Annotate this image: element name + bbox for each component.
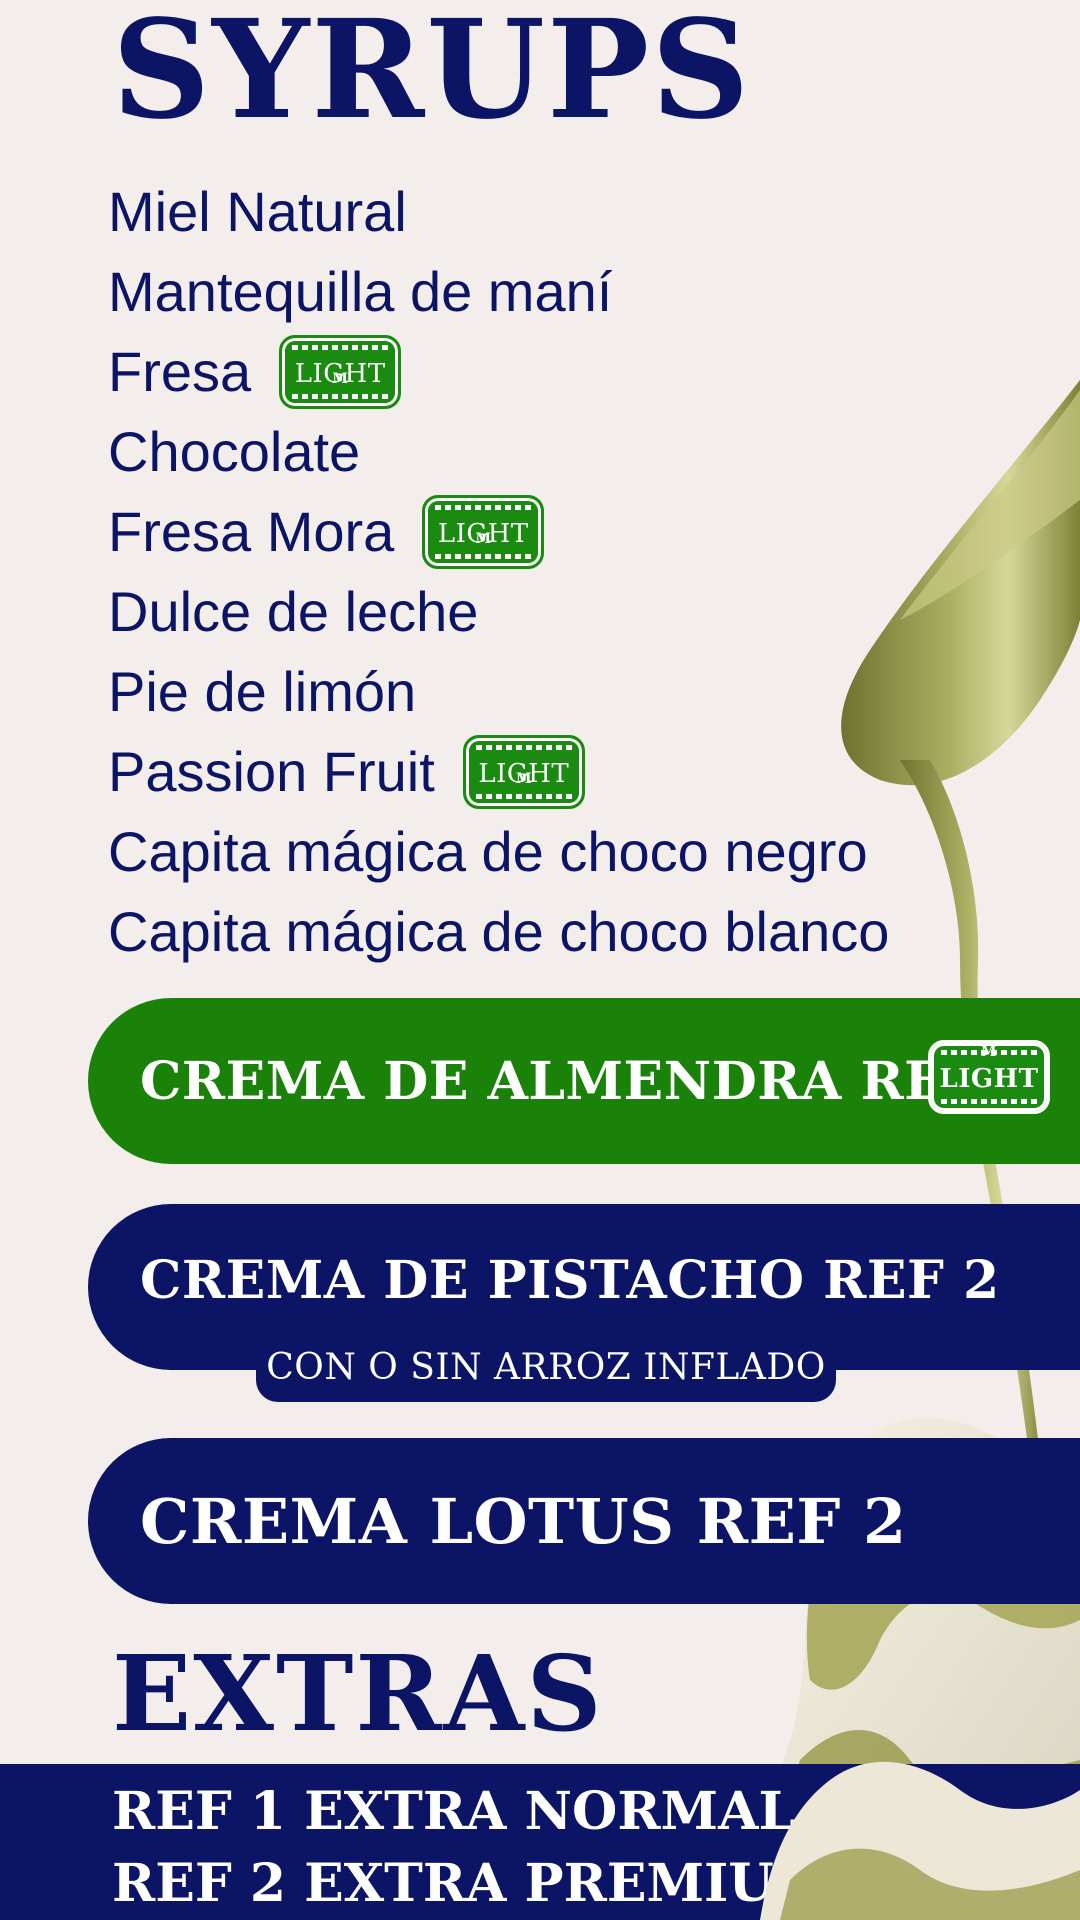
flavor-label: Mantequilla de maní bbox=[108, 260, 613, 323]
flavor-label: Fresa Mora bbox=[108, 500, 395, 563]
flavor-label: Passion Fruit bbox=[108, 740, 435, 803]
flavor-item: Capita mágica de choco blanco bbox=[108, 892, 889, 972]
banner-label: CREMA DE PISTACHO REF 2 bbox=[140, 1250, 1000, 1311]
light-badge: M LIGHT bbox=[928, 1040, 1050, 1114]
flavor-label: Capita mágica de choco blanco bbox=[108, 900, 890, 963]
banner-label: CREMA DE ALMENDRA REF 2 bbox=[140, 1050, 1038, 1112]
badge-m-mark: M bbox=[332, 371, 348, 387]
flavor-item: Capita mágica de choco negro bbox=[108, 812, 889, 892]
flavor-item: Miel Natural bbox=[108, 172, 889, 252]
flavor-item: Passion Fruit M LIGHT bbox=[108, 732, 889, 812]
flavor-label: Capita mágica de choco negro bbox=[108, 820, 868, 883]
extras-title: EXTRAS bbox=[112, 1632, 604, 1755]
light-badge: M LIGHT bbox=[462, 735, 585, 809]
flavor-label: Fresa bbox=[108, 340, 252, 403]
syrup-flavor-list: Miel Natural Mantequilla de maní Fresa M… bbox=[108, 172, 889, 972]
flavor-label: Chocolate bbox=[108, 420, 361, 483]
badge-m-mark: M bbox=[516, 771, 532, 787]
badge-text: LIGHT bbox=[939, 1064, 1039, 1094]
extras-line-ref1: REF 1 EXTRA NORMAL bbox=[112, 1781, 796, 1842]
flavor-label: Dulce de leche bbox=[108, 580, 479, 643]
flavor-item: Chocolate bbox=[108, 412, 889, 492]
syrups-title: SYRUPS bbox=[112, 0, 752, 150]
crema-almendra-banner: CREMA DE ALMENDRA REF 2 M LIGHT bbox=[88, 998, 1080, 1164]
flavor-item: Dulce de leche bbox=[108, 572, 889, 652]
extras-line-ref2: REF 2 EXTRA PREMIUM bbox=[112, 1853, 832, 1914]
flavor-item: Fresa Mora M LIGHT bbox=[108, 492, 889, 572]
flavor-label: Miel Natural bbox=[108, 180, 407, 243]
flavor-item: Mantequilla de maní bbox=[108, 252, 889, 332]
pistacho-subtitle: CON O SIN ARROZ INFLADO bbox=[256, 1332, 836, 1402]
light-badge: M LIGHT bbox=[279, 335, 402, 409]
badge-m-mark: M bbox=[981, 1044, 997, 1060]
flavor-item: Pie de limón bbox=[108, 652, 889, 732]
flavor-label: Pie de limón bbox=[108, 660, 417, 723]
crema-lotus-banner: CREMA LOTUS REF 2 bbox=[88, 1438, 1080, 1604]
extras-bar: REF 1 EXTRA NORMAL REF 2 EXTRA PREMIUM bbox=[0, 1764, 1080, 1920]
flavor-item: Fresa M LIGHT bbox=[108, 332, 889, 412]
badge-m-mark: M bbox=[475, 531, 492, 547]
banner-label: CREMA LOTUS REF 2 bbox=[140, 1484, 907, 1558]
light-badge: M LIGHT bbox=[422, 495, 545, 569]
